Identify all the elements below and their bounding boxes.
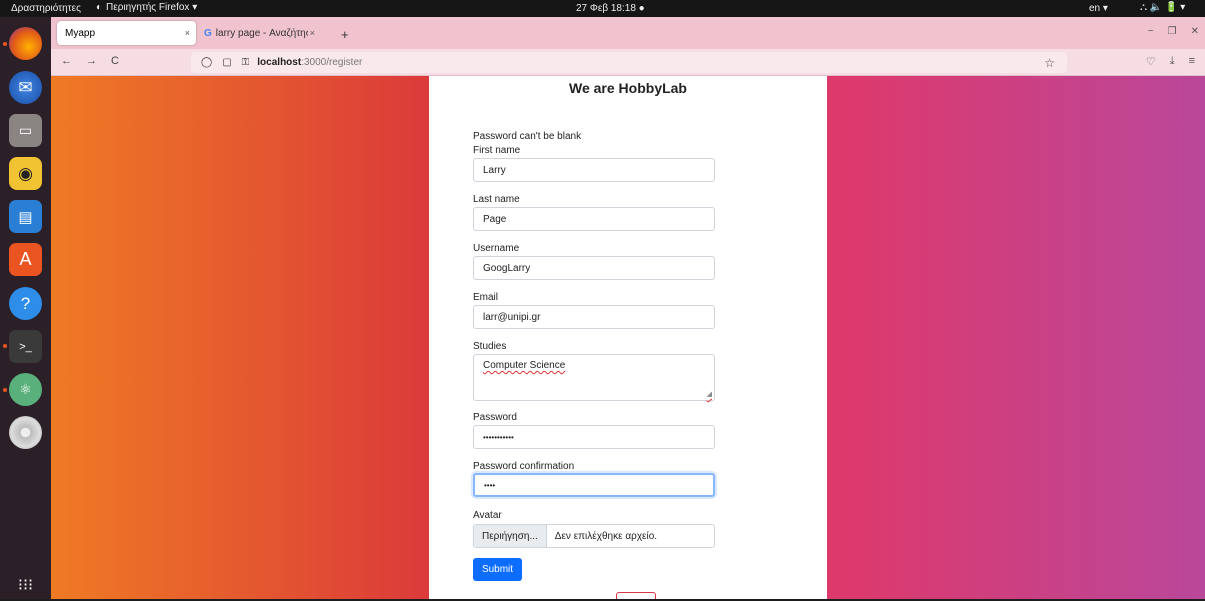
page-icon[interactable]: ▢: [222, 57, 231, 68]
studies-value: Computer Science: [483, 360, 566, 371]
browse-button[interactable]: Περιήγηση...: [474, 525, 547, 547]
running-indicator: [3, 42, 7, 46]
minimize-icon[interactable]: −: [1148, 26, 1154, 37]
password-confirmation-label: Password confirmation: [473, 461, 575, 472]
bookmark-star-icon[interactable]: ☆: [1044, 56, 1055, 70]
clock[interactable]: 27 Φεβ 18:18 ●: [576, 3, 645, 14]
running-indicator: [3, 344, 7, 348]
system-tray[interactable]: ⛬ 🔈 🔋 ▾: [1140, 2, 1185, 13]
submit-button[interactable]: Submit: [473, 558, 522, 581]
url-host: localhost: [257, 57, 302, 68]
studies-textarea[interactable]: Computer Science ◢: [473, 354, 715, 401]
avatar-file-input[interactable]: Περιήγηση... Δεν επιλέχθηκε αρχείο.: [473, 524, 715, 548]
close-window-icon[interactable]: ✕: [1191, 26, 1199, 37]
running-indicator: [3, 388, 7, 392]
password-input[interactable]: •••••••••••: [473, 425, 715, 449]
first-name-label: First name: [473, 145, 521, 156]
rhythmbox-icon[interactable]: ◉: [9, 157, 42, 190]
close-tab-icon[interactable]: ×: [185, 28, 190, 38]
reload-icon[interactable]: C: [111, 55, 119, 67]
url-path: :3000/register: [301, 57, 363, 68]
window-controls: − ❐ ✕: [1148, 26, 1199, 37]
first-name-input[interactable]: Larry: [473, 158, 715, 182]
last-name-input[interactable]: Page: [473, 207, 715, 231]
register-form-card: We are HobbyLab Password can't be blank …: [429, 76, 827, 599]
tab-label: larry page - Αναζήτηση G: [215, 27, 308, 39]
tab-label: Myapp: [65, 27, 96, 39]
page-title: We are HobbyLab: [569, 80, 687, 96]
email-input[interactable]: larr@unipi.gr: [473, 305, 715, 329]
app-grid-icon[interactable]: ⁝⁝⁝: [9, 568, 42, 601]
tab-google-search[interactable]: G larry page - Αναζήτηση G ×: [196, 21, 321, 45]
app-menu-label: Περιηγητής Firefox ▾: [106, 2, 198, 13]
firefox-icon[interactable]: [9, 27, 42, 60]
restore-icon[interactable]: ❐: [1168, 26, 1177, 37]
email-label: Email: [473, 292, 499, 303]
error-message: Password can't be blank: [473, 131, 582, 142]
studies-label: Studies: [473, 341, 507, 352]
browser-window: Myapp × G larry page - Αναζήτηση G × + −…: [51, 17, 1205, 599]
pocket-icon[interactable]: ♡: [1146, 55, 1156, 68]
page-content: We are HobbyLab Password can't be blank …: [51, 76, 1205, 599]
avatar-label: Avatar: [473, 510, 502, 521]
help-icon[interactable]: ?: [9, 287, 42, 320]
new-tab-button[interactable]: +: [341, 27, 349, 42]
password-confirmation-input[interactable]: ••••: [473, 473, 715, 497]
files-icon[interactable]: ▭: [9, 114, 42, 147]
activities-button[interactable]: Δραστηριότητες: [11, 3, 81, 14]
software-center-icon[interactable]: A: [9, 243, 42, 276]
atom-icon[interactable]: ⚛: [9, 373, 42, 406]
downloads-icon[interactable]: ⤓: [1170, 55, 1175, 68]
partially-visible-button[interactable]: [616, 592, 656, 599]
google-icon: G: [204, 27, 212, 39]
system-top-bar: Δραστηριότητες ◐ Περιηγητής Firefox ▾ 27…: [0, 0, 1205, 17]
file-name: Δεν επιλέχθηκε αρχείο.: [554, 530, 658, 542]
close-tab-icon[interactable]: ×: [310, 28, 315, 38]
writer-icon[interactable]: ▤: [9, 200, 42, 233]
menu-icon[interactable]: ≡: [1189, 55, 1195, 68]
terminal-icon[interactable]: >_: [9, 330, 42, 363]
language-indicator[interactable]: en ▾: [1089, 3, 1108, 14]
firefox-small-icon: ◐: [96, 2, 103, 13]
tab-bar: Myapp × G larry page - Αναζήτηση G × + −…: [51, 17, 1205, 49]
address-bar[interactable]: ◯ ▢ ⚿ localhost :3000/register ☆: [191, 52, 1067, 73]
username-input[interactable]: GoogLarry: [473, 256, 715, 280]
disc-icon[interactable]: [9, 416, 42, 449]
forward-arrow-icon[interactable]: →: [86, 55, 97, 67]
username-label: Username: [473, 243, 520, 254]
resize-grip-icon[interactable]: ◢: [707, 390, 712, 398]
toolbar-right: ♡ ⤓ ≡: [1146, 55, 1195, 68]
app-menu[interactable]: ◐ Περιηγητής Firefox ▾: [96, 2, 197, 13]
password-label: Password: [473, 412, 517, 423]
shield-icon[interactable]: ◯: [201, 57, 212, 68]
back-arrow-icon[interactable]: ←: [61, 55, 72, 67]
navigation-toolbar: ← → C ◯ ▢ ⚿ localhost :3000/register ☆ ♡…: [51, 49, 1205, 76]
key-icon[interactable]: ⚿: [242, 57, 250, 68]
thunderbird-icon[interactable]: ✉: [9, 71, 42, 104]
tab-myapp[interactable]: Myapp ×: [57, 21, 196, 45]
last-name-label: Last name: [473, 194, 520, 205]
dock: ✉ ▭ ◉ ▤ A ? >_ ⚛ ⁝⁝⁝: [0, 17, 51, 599]
